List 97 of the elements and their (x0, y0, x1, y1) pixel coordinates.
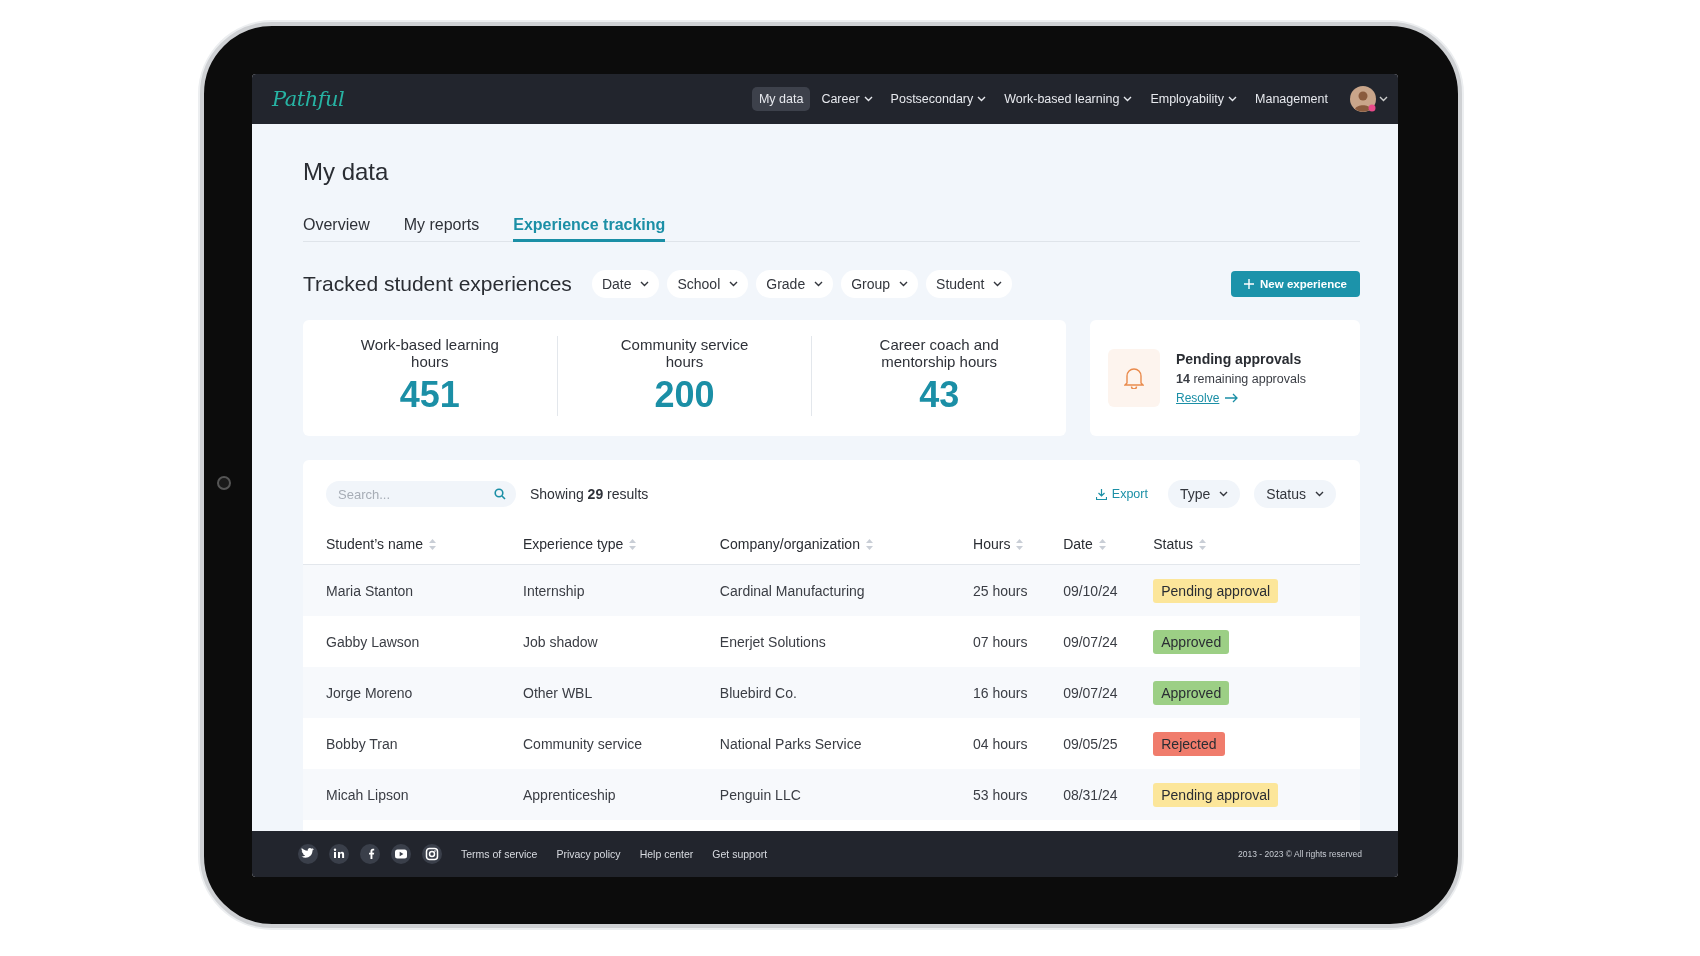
facebook-icon[interactable] (360, 843, 380, 864)
chevron-icon (1219, 491, 1229, 497)
resolve-link[interactable]: Resolve (1176, 390, 1306, 405)
table-cell: 16 hours (973, 684, 1028, 701)
table-cell: Gabby Lawson (326, 633, 420, 650)
tab[interactable]: My reports (403, 211, 480, 242)
pending-title: Pending approvals (1176, 350, 1303, 367)
stat-label: Work-based learning hours (359, 335, 500, 370)
stat-label: Community service hours (619, 335, 750, 370)
status-badge: Approved (1153, 629, 1230, 654)
tab[interactable]: Overview (303, 211, 370, 242)
remaining-approvals-text: 14 remaining approvals (1176, 371, 1306, 386)
stat-value: 451 (399, 374, 460, 416)
chevron-icon (899, 280, 909, 287)
filter-dropdown[interactable]: Date (591, 269, 660, 298)
table-cell: Other WBL (523, 684, 593, 701)
camera-lens (217, 476, 231, 490)
table-cell: National Parks Service (719, 735, 862, 752)
table-cell: Apprenticeship (523, 786, 616, 803)
table-cell: Internship (523, 582, 585, 599)
status-badge: Pending approval (1153, 782, 1279, 807)
filter-dropdown[interactable]: School (667, 269, 749, 298)
avatar[interactable] (1349, 84, 1377, 113)
filter-dropdown[interactable]: Type (1167, 480, 1241, 508)
nav-item[interactable]: Career (814, 86, 880, 111)
column-header[interactable]: Experience type (523, 536, 624, 552)
arrow-icon (1225, 392, 1239, 403)
tab[interactable]: Experience tracking (513, 211, 666, 242)
table-cell: Enerjet Solutions (719, 633, 826, 650)
status-badge: Pending approval (1153, 578, 1279, 603)
chevron-icon (993, 280, 1003, 287)
nav-item[interactable]: Employability (1143, 86, 1245, 111)
table-cell: 04 hours (973, 735, 1028, 752)
table-cell: 09/07/24 (1063, 684, 1118, 701)
caret-icon (1379, 95, 1388, 102)
table-cell: Community service (523, 735, 643, 752)
table-cell: Maria Stanton (326, 582, 414, 599)
copyright-text: 2013 - 2023 © All rights reserved (1238, 848, 1362, 859)
chevron-icon (863, 95, 873, 102)
nav-item[interactable]: Work-based learning (997, 86, 1140, 111)
section-title: Tracked student experiences (303, 271, 572, 296)
bell-icon (1124, 366, 1144, 389)
results-count: Showing 29 results (530, 486, 649, 502)
instagram-icon[interactable] (422, 843, 442, 864)
footer-link[interactable]: Privacy policy (556, 847, 621, 860)
chevron-icon (977, 95, 987, 102)
logo[interactable]: Pathful (272, 86, 345, 111)
filter-dropdown[interactable]: Group (841, 269, 919, 298)
column-header[interactable]: Hours (973, 536, 1011, 552)
chevron-icon (814, 280, 824, 287)
filter-dropdown[interactable]: Grade (756, 269, 834, 298)
download-icon (1095, 488, 1107, 500)
new-experience-button[interactable]: New experience (1231, 270, 1360, 297)
chevron-icon (729, 280, 739, 287)
search-icon[interactable] (494, 488, 506, 500)
nav-item[interactable]: Management (1248, 86, 1335, 111)
filter-dropdown[interactable]: Status (1254, 480, 1336, 508)
status-badge: Rejected (1153, 731, 1225, 756)
table-cell: 25 hours (973, 582, 1028, 599)
nav-item[interactable]: Postsecondary (883, 86, 994, 111)
column-header[interactable]: Company/organization (719, 536, 860, 552)
table-cell: 07 hours (973, 633, 1028, 650)
twitter-icon[interactable] (298, 843, 318, 864)
stat-value: 43 (919, 374, 960, 416)
table-cell: Bluebird Co. (719, 684, 797, 701)
table-cell: Job shadow (523, 633, 598, 650)
table-cell: Cardinal Manufacturing (719, 582, 865, 599)
table-cell: 53 hours (973, 786, 1028, 803)
footer-link[interactable]: Terms of service (461, 847, 538, 860)
stat-label: Career coach and mentorship hours (878, 335, 1000, 370)
table-cell: 09/07/24 (1063, 633, 1118, 650)
table-cell: 09/10/24 (1063, 582, 1118, 599)
column-header[interactable]: Date (1063, 536, 1093, 552)
chevron-icon (1315, 491, 1324, 497)
column-header[interactable]: Student’s name (326, 536, 424, 552)
youtube-icon[interactable] (391, 843, 411, 864)
table-cell: Jorge Moreno (326, 684, 413, 701)
export-button[interactable]: Export (1089, 486, 1154, 502)
table-cell: Bobby Tran (326, 735, 398, 752)
stat-value: 200 (654, 374, 715, 416)
table-cell: 08/31/24 (1063, 786, 1118, 803)
page-title: My data (303, 157, 390, 186)
nav-item[interactable]: My data (751, 86, 811, 111)
footer-link[interactable]: Help center (639, 847, 694, 860)
filter-dropdown[interactable]: Student (926, 269, 1013, 298)
chevron-icon (1123, 95, 1133, 102)
footer-link[interactable]: Get support (712, 847, 768, 860)
table-cell: 09/05/25 (1063, 735, 1118, 752)
plus-icon (1244, 278, 1255, 289)
chevron-icon (1228, 95, 1238, 102)
search-field[interactable]: Search... (326, 481, 516, 507)
table-cell: Micah Lipson (326, 786, 409, 803)
column-header[interactable]: Status (1153, 536, 1193, 552)
table-cell: Penguin LLC (719, 786, 801, 803)
chevron-icon (640, 280, 650, 287)
linkedin-icon[interactable] (329, 843, 349, 864)
status-badge: Approved (1153, 680, 1230, 705)
